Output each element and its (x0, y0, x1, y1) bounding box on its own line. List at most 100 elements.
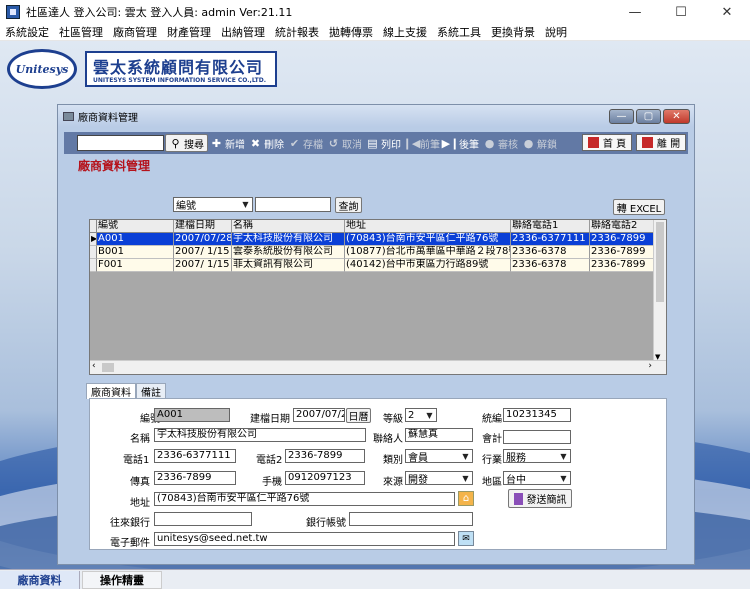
email-label: 電子郵件 (110, 538, 150, 549)
cell-phone2: 2336-7899 (590, 233, 656, 246)
menu-tools[interactable]: 系統工具 (432, 24, 486, 40)
scroll-right-icon[interactable]: › (648, 361, 652, 371)
tab-vendor-info[interactable]: 廠商資料 (86, 383, 136, 399)
menu-voucher[interactable]: 拋轉傳票 (324, 24, 378, 40)
save-button[interactable]: ✔ 存檔 (286, 134, 325, 152)
grid-header: 編號 建檔日期 名稱 地址 聯絡電話1 聯絡電話2 (90, 220, 656, 233)
code-field[interactable]: A001 (154, 408, 230, 422)
minimize-button[interactable]: — (612, 0, 658, 24)
taskbar-vendor[interactable]: 廠商資料 (0, 571, 80, 589)
address-field[interactable]: (70843)台南市安平區仁平路76號 (154, 492, 455, 506)
calendar-button[interactable]: 日曆 (346, 408, 371, 423)
name-field[interactable]: 宇太科技股份有限公司 (154, 428, 366, 442)
close-button[interactable]: ✕ (704, 0, 750, 24)
audit-button[interactable]: ● 審核 (481, 134, 520, 152)
child-close-button[interactable]: ✕ (663, 109, 690, 124)
table-row[interactable]: ▶ A001 2007/07/28 宇太科技股份有限公司 (70843)台南市安… (90, 233, 656, 246)
query-button[interactable]: 查詢 (335, 197, 362, 213)
grid-vertical-scrollbar[interactable]: ▼ (653, 220, 666, 362)
col-address[interactable]: 地址 (345, 220, 511, 233)
cell-date: 2007/07/28 (174, 233, 232, 246)
search-input[interactable] (77, 135, 164, 151)
region-select[interactable]: 台中 ▼ (503, 471, 571, 486)
exit-button[interactable]: 離 開 (636, 134, 686, 151)
phone2-label: 電話2 (256, 455, 283, 466)
grid-horizontal-scrollbar[interactable]: ‹ › (90, 360, 666, 374)
scroll-left-icon[interactable]: ‹ (92, 361, 96, 371)
table-row[interactable]: F001 2007/ 1/15 菲太資訊有限公司 (40142)台中市東區力行路… (90, 259, 656, 272)
fax-field[interactable]: 2336-7899 (154, 471, 236, 485)
grade-select[interactable]: 2 ▼ (405, 408, 437, 422)
send-sms-button[interactable]: 發送簡訊 (508, 489, 572, 508)
unlock-button[interactable]: ● 解鎖 (520, 134, 559, 152)
lock-icon: ● (484, 136, 495, 150)
scroll-thumb[interactable] (102, 363, 114, 372)
menu-cashier[interactable]: 出納管理 (216, 24, 270, 40)
col-phone1[interactable]: 聯絡電話1 (511, 220, 590, 233)
phone2-field[interactable]: 2336-7899 (285, 449, 365, 463)
menu-system-settings[interactable]: 系統設定 (0, 24, 54, 40)
scroll-thumb[interactable] (656, 222, 664, 302)
prev-record-button[interactable]: ❙◀ 前筆 (403, 134, 442, 152)
cell-name: 雲泰系統股份有限公司 (232, 246, 345, 259)
date-field[interactable]: 2007/07/28 (293, 408, 345, 422)
table-row[interactable]: B001 2007/ 1/15 雲泰系統股份有限公司 (10877)台北市萬華區… (90, 246, 656, 259)
bank-field[interactable] (154, 512, 252, 526)
taskbar-wizard[interactable]: 操作精靈 (82, 571, 162, 589)
menu-online-support[interactable]: 線上支援 (378, 24, 432, 40)
mail-icon[interactable]: ✉ (458, 531, 474, 546)
phone1-field[interactable]: 2336-6377111 (154, 449, 236, 463)
mobile-field[interactable]: 0912097123 (285, 471, 365, 485)
menu-help[interactable]: 說明 (540, 24, 572, 40)
plus-icon: ✚ (211, 136, 222, 150)
cell-name: 宇太科技股份有限公司 (232, 233, 345, 246)
category-select[interactable]: 會員 ▼ (405, 449, 473, 464)
search-button[interactable]: ⚲ 搜尋 (165, 134, 208, 152)
delete-button[interactable]: ✖ 刪除 (247, 134, 286, 152)
filter-value-input[interactable] (255, 197, 331, 212)
accountant-field[interactable] (503, 430, 571, 444)
taskbar: 廠商資料 操作精靈 (0, 569, 750, 589)
next-record-button[interactable]: ▶❙ 後筆 (442, 134, 481, 152)
child-restore-button[interactable]: ▢ (636, 109, 661, 124)
col-phone2[interactable]: 聯絡電話2 (590, 220, 656, 233)
menu-community[interactable]: 社區管理 (54, 24, 108, 40)
source-select[interactable]: 開發 ▼ (405, 471, 473, 486)
print-button[interactable]: ▤ 列印 (364, 134, 403, 152)
vendor-window-titlebar: 廠商資料管理 (58, 105, 694, 127)
detail-tabs: 廠商資料 備註 (86, 383, 166, 399)
chevron-down-icon: ▼ (426, 411, 433, 420)
export-excel-button[interactable]: 轉 EXCEL (613, 199, 665, 215)
exit-icon (641, 137, 653, 148)
taxid-field[interactable]: 10231345 (503, 408, 571, 422)
home-button[interactable]: 首 頁 (582, 134, 632, 151)
menu-reports[interactable]: 統計報表 (270, 24, 324, 40)
bank-account-field[interactable] (349, 512, 473, 526)
email-field[interactable]: unitesys@seed.net.tw (154, 532, 455, 546)
maximize-button[interactable]: ☐ (658, 0, 704, 24)
tab-notes[interactable]: 備註 (136, 383, 166, 399)
chevron-down-icon: ▼ (462, 452, 469, 461)
industry-select[interactable]: 服務 ▼ (503, 449, 571, 464)
phone1-label: 電話1 (123, 455, 150, 466)
contact-field[interactable]: 蘇慧真 (405, 428, 473, 442)
cancel-button[interactable]: ↺ 取消 (325, 134, 364, 152)
add-button[interactable]: ✚ 新增 (208, 134, 247, 152)
company-name-cn: 雲太系統顧問有限公司 (93, 58, 264, 77)
col-code[interactable]: 編號 (97, 220, 174, 233)
search-icon: ⚲ (171, 136, 180, 150)
cell-phone2: 2336-7899 (590, 259, 656, 272)
next-icon: ▶❙ (441, 136, 460, 150)
mobile-label: 手機 (262, 477, 282, 488)
prev-icon: ❙◀ (402, 136, 421, 150)
menu-background[interactable]: 更換背景 (486, 24, 540, 40)
region-label: 地區 (482, 477, 502, 488)
col-date[interactable]: 建檔日期 (174, 220, 232, 233)
filter-field-select[interactable]: 編號 ▼ (173, 197, 253, 212)
child-minimize-button[interactable]: — (609, 109, 634, 124)
menu-vendor[interactable]: 廠商管理 (108, 24, 162, 40)
row-indicator (90, 246, 97, 259)
house-icon[interactable]: ⌂ (458, 491, 474, 506)
menu-property[interactable]: 財產管理 (162, 24, 216, 40)
col-name[interactable]: 名稱 (232, 220, 345, 233)
